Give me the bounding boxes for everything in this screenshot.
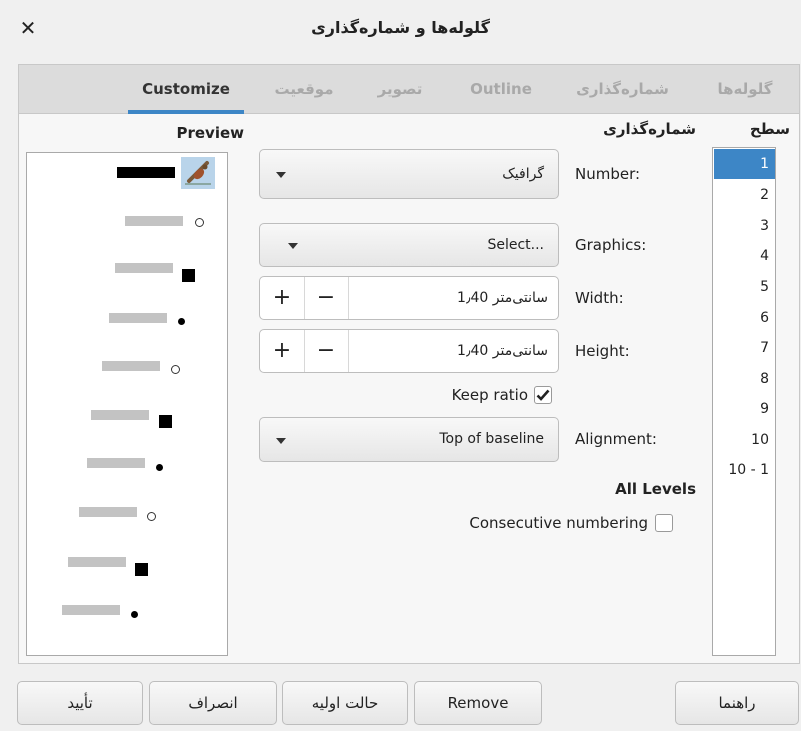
number-dropdown[interactable]: گرافیک [259, 149, 559, 199]
alignment-dropdown[interactable]: Top of baseline [259, 417, 559, 462]
level-item[interactable]: 10 - 1 [714, 455, 775, 485]
tab-outline[interactable]: Outline [458, 65, 544, 114]
height-label: Height: [575, 342, 630, 360]
check-icon [536, 389, 550, 401]
level-item[interactable]: 6 [714, 303, 775, 333]
level-item[interactable]: 3 [714, 211, 775, 241]
help-button[interactable]: راهنما [675, 681, 799, 725]
tab-customize[interactable]: Customize [128, 65, 244, 114]
alignment-value: Top of baseline [439, 431, 544, 447]
width-input[interactable]: 1٫40 سانتی‌متر [457, 277, 548, 319]
number-label: Number: [575, 165, 641, 183]
dot-bullet-icon [178, 318, 185, 325]
preview-line [79, 507, 137, 517]
square-bullet-icon [182, 269, 195, 282]
chevron-down-icon [276, 438, 286, 444]
dialog-title: گلوله‌ها و شماره‌گذاری [311, 18, 490, 37]
preview-line [68, 557, 126, 567]
tab-bullets[interactable]: گلوله‌ها [700, 65, 790, 114]
circle-bullet-icon [171, 365, 180, 374]
level-item[interactable]: 5 [714, 272, 775, 302]
bird-image-icon [181, 157, 215, 189]
preview-pane [26, 152, 228, 656]
square-bullet-icon [159, 415, 172, 428]
chevron-down-icon [276, 172, 286, 178]
preview-heading: Preview [176, 124, 244, 142]
square-bullet-icon [135, 563, 148, 576]
number-value: گرافیک [502, 166, 544, 182]
preview-line [91, 410, 149, 420]
minus-icon[interactable]: − [304, 277, 349, 319]
all-levels-heading: All Levels [615, 480, 696, 498]
level-item[interactable]: 8 [714, 364, 775, 394]
height-spin: + − 1٫40 سانتی‌متر [259, 329, 559, 373]
circle-bullet-icon [195, 218, 204, 227]
level-heading: سطح [749, 120, 790, 138]
graphics-label: Graphics: [575, 236, 647, 254]
tab-position[interactable]: موقعیت [262, 65, 346, 114]
chevron-down-icon [288, 243, 298, 249]
keep-ratio-label: Keep ratio [451, 386, 528, 404]
preview-line [115, 263, 173, 273]
height-input[interactable]: 1٫40 سانتی‌متر [457, 330, 548, 372]
circle-bullet-icon [147, 512, 156, 521]
level-list[interactable]: 1 2 3 4 5 6 7 8 9 10 10 - 1 [712, 147, 776, 656]
level-item[interactable]: 4 [714, 241, 775, 271]
preview-line [62, 605, 120, 615]
preview-line [102, 361, 160, 371]
tab-image[interactable]: تصویر [360, 65, 440, 114]
level-item[interactable]: 2 [714, 180, 775, 210]
reset-button[interactable]: حالت اولیه [282, 681, 408, 725]
tab-numbering[interactable]: شماره‌گذاری [560, 65, 685, 114]
preview-line [109, 313, 167, 323]
preview-line [87, 458, 145, 468]
plus-icon[interactable]: + [260, 330, 305, 372]
width-label: Width: [575, 289, 624, 307]
remove-button[interactable]: Remove [414, 681, 542, 725]
minus-icon[interactable]: − [304, 330, 349, 372]
width-spin: + − 1٫40 سانتی‌متر [259, 276, 559, 320]
dot-bullet-icon [156, 464, 163, 471]
preview-line [125, 216, 183, 226]
level-item[interactable]: 10 [714, 425, 775, 455]
level-item[interactable]: 1 [714, 149, 775, 179]
ok-button[interactable]: تأیید [17, 681, 143, 725]
numbering-heading: شماره‌گذاری [603, 120, 696, 138]
plus-icon[interactable]: + [260, 277, 305, 319]
cancel-button[interactable]: انصراف [149, 681, 277, 725]
level-item[interactable]: 7 [714, 333, 775, 363]
graphics-value: Select... [487, 237, 544, 253]
graphics-select-button[interactable]: Select... [259, 223, 559, 267]
alignment-label: Alignment: [575, 430, 657, 448]
keep-ratio-checkbox[interactable] [534, 386, 552, 404]
dot-bullet-icon [131, 611, 138, 618]
preview-line [117, 167, 175, 178]
consecutive-numbering-checkbox[interactable] [655, 514, 673, 532]
close-icon[interactable]: ✕ [14, 14, 42, 42]
consecutive-numbering-label: Consecutive numbering [469, 514, 648, 532]
level-item[interactable]: 9 [714, 394, 775, 424]
